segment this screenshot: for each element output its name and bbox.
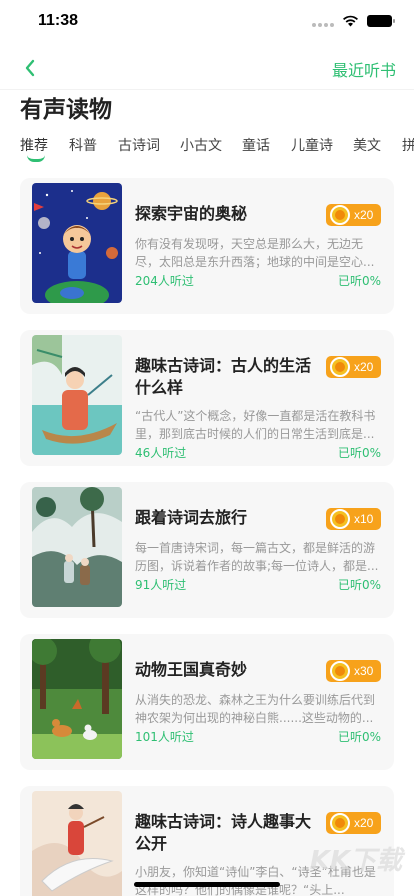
listener-count: 91人听过 [135, 578, 187, 592]
home-indicator[interactable] [134, 882, 280, 887]
tab-recommended[interactable]: 推荐 [20, 135, 48, 155]
battery-icon [367, 15, 395, 27]
price-value: x20 [354, 816, 374, 830]
recent-listening-link[interactable]: 最近听书 [332, 57, 396, 81]
tab-prose[interactable]: 美文 [353, 135, 381, 155]
book-description: 每一首唐诗宋词，每一篇古文，都是鲜活的游历图，诉说着作者的故事;每一位诗人，都是… [135, 541, 379, 573]
price-badge: x30 [326, 660, 381, 682]
listener-count: 204人听过 [135, 274, 194, 288]
book-title: 趣味古诗词：诗人趣事大公开 [135, 812, 312, 853]
book-card[interactable]: 跟着诗词去旅行 x10 每一首唐诗宋词，每一篇古文，都是鲜活的游历图，诉说着作者… [20, 482, 394, 618]
price-value: x20 [354, 208, 374, 222]
book-description: 从消失的恐龙、森林之王为什么要训练后代到神农架为何出现的神秘白熊......这些… [135, 693, 376, 725]
orange-coin-icon [330, 509, 350, 529]
chevron-left-icon [25, 59, 35, 77]
wifi-icon [343, 15, 358, 27]
listener-count: 46人听过 [135, 446, 187, 460]
tab-science[interactable]: 科普 [69, 135, 97, 155]
orange-coin-icon [330, 661, 350, 681]
book-card[interactable]: 动物王国真奇妙 x30 从消失的恐龙、森林之王为什么要训练后代到神农架为何出现的… [20, 634, 394, 770]
book-cover-space [32, 183, 122, 303]
book-cover-poet-stories [32, 791, 122, 896]
book-title: 探索宇宙的奥秘 [135, 204, 248, 223]
tab-ancient-poetry[interactable]: 古诗词 [118, 135, 160, 155]
back-button[interactable] [16, 54, 44, 82]
price-value: x20 [354, 360, 374, 374]
listen-progress: 已听0% [337, 578, 381, 592]
tab-fairy-tales[interactable]: 童话 [242, 135, 270, 155]
status-bar: 11:38 [0, 0, 414, 44]
price-badge: x10 [326, 508, 381, 530]
listen-progress: 已听0% [337, 730, 381, 744]
price-badge: x20 [326, 204, 381, 226]
price-value: x30 [354, 664, 374, 678]
listener-count: 101人听过 [135, 730, 194, 744]
watermark: KK下载 [309, 846, 402, 876]
category-tabs: 推荐 科普 古诗词 小古文 童话 儿童诗 美文 拼 [0, 132, 414, 166]
signal-icon [312, 16, 334, 27]
nav-bar: 最近听书 [0, 44, 414, 90]
status-icons [312, 15, 395, 27]
listen-progress: 已听0% [337, 274, 381, 288]
price-value: x10 [354, 512, 374, 526]
book-cover-animal-kingdom [32, 639, 122, 759]
listen-progress: 已听0% [337, 446, 381, 460]
price-badge: x20 [326, 812, 381, 834]
book-title: 趣味古诗词：古人的生活什么样 [135, 356, 312, 397]
book-cover-poetry-travel [32, 487, 122, 607]
book-card[interactable]: 探索宇宙的奥秘 x20 你有没有发现呀，天空总是那么大，无边无尽，太阳总是东升西… [20, 178, 394, 314]
page-title: 有声读物 [20, 97, 112, 123]
orange-coin-icon [330, 357, 350, 377]
tab-children-poems[interactable]: 儿童诗 [291, 135, 333, 155]
book-title: 动物王国真奇妙 [135, 660, 248, 679]
status-time: 11:38 [38, 12, 79, 29]
book-description: “古代人”这个概念，好像一直都是活在教科书里，那到底古时候的人们的日常生活到底是… [135, 409, 376, 441]
book-description: 你有没有发现呀，天空总是那么大，无边无尽，太阳总是东升西落；地球的中间是空心..… [135, 237, 375, 269]
orange-coin-icon [330, 813, 350, 833]
price-badge: x20 [326, 356, 381, 378]
book-title: 跟着诗词去旅行 [135, 508, 248, 527]
book-cover-ancient-life [32, 335, 122, 455]
orange-coin-icon [330, 205, 350, 225]
tab-pinyin[interactable]: 拼 [402, 135, 414, 155]
tab-classical-prose[interactable]: 小古文 [180, 135, 222, 155]
book-card[interactable]: 趣味古诗词：古人的生活什么样 x20 “古代人”这个概念，好像一直都是活在教科书… [20, 330, 394, 466]
